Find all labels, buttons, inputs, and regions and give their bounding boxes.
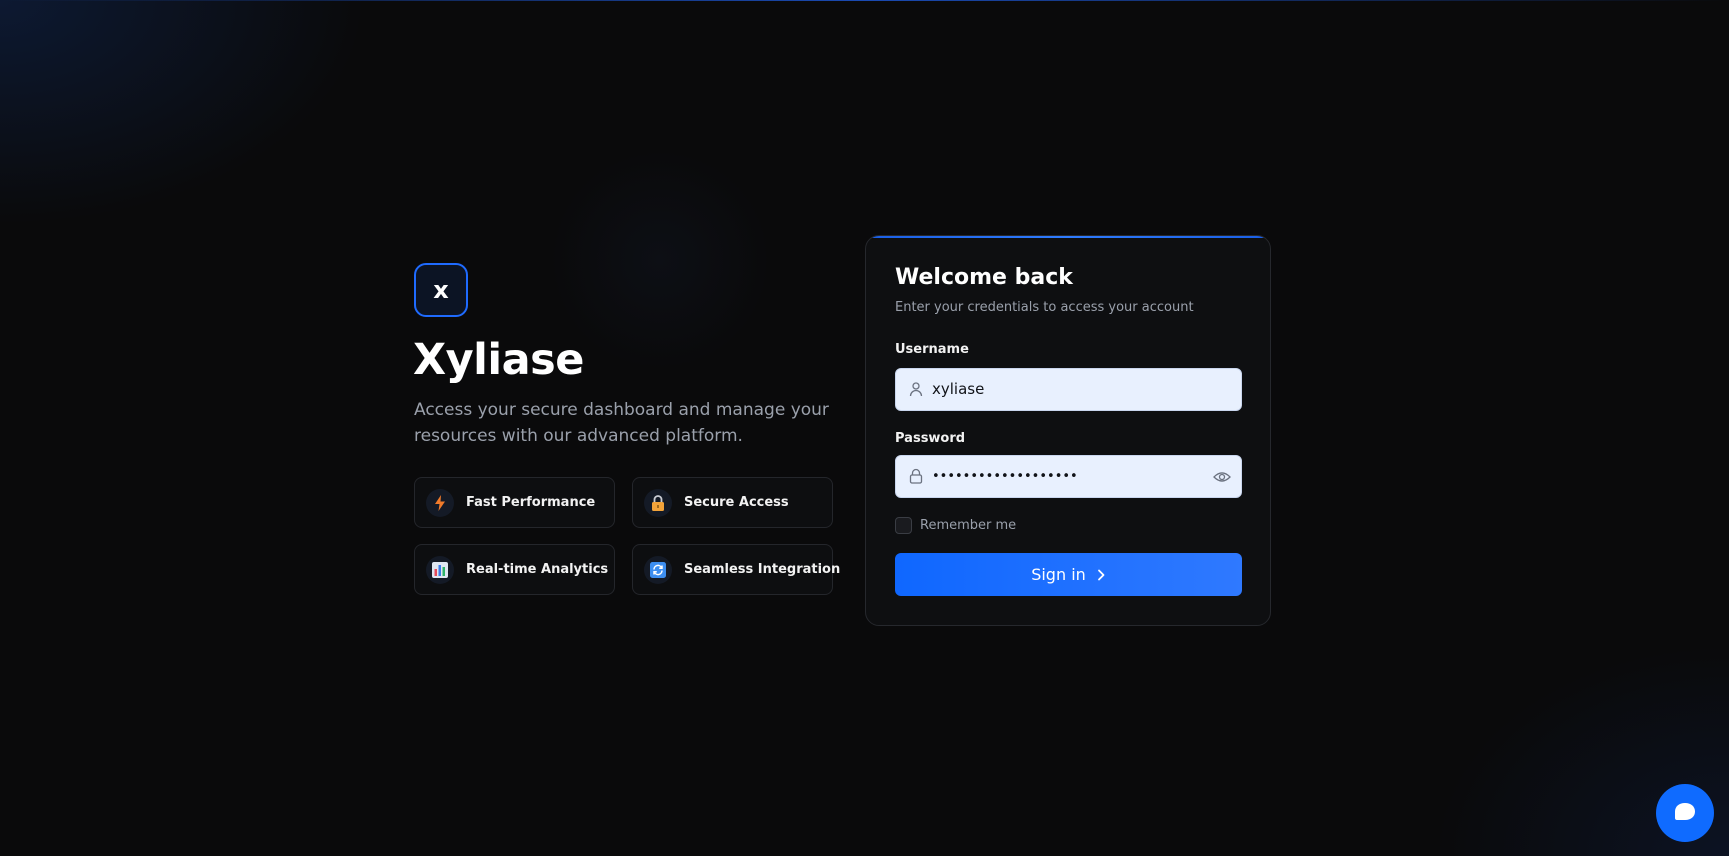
user-icon [909, 382, 923, 397]
login-title: Welcome back [895, 265, 1073, 290]
sign-in-label: Sign in [1031, 565, 1086, 584]
feature-label: Secure Access [684, 495, 789, 510]
username-value: xyliase [932, 380, 985, 398]
login-card: Welcome back Enter your credentials to a… [865, 235, 1271, 626]
username-field[interactable]: xyliase [895, 368, 1242, 411]
eye-icon[interactable] [1213, 469, 1231, 485]
feature-label: Seamless Integration [684, 562, 841, 577]
remember-me-label[interactable]: Remember me [920, 518, 1016, 533]
feature-label: Real-time Analytics [466, 562, 609, 577]
password-label: Password [895, 431, 966, 446]
feature-card-secure-access: Secure Access [632, 477, 833, 528]
chat-bubble-icon [1675, 803, 1695, 820]
password-value: ••••••••••••••••••• [932, 469, 1078, 484]
card-accent-bar [866, 236, 1270, 238]
lightning-icon [426, 488, 454, 517]
login-page: x Xyliase Access your secure dashboard a… [0, 0, 1729, 856]
logo-letter: x [433, 276, 449, 304]
bar-chart-icon [426, 555, 454, 584]
login-subtitle: Enter your credentials to access your ac… [895, 300, 1194, 315]
feature-card-fast-performance: Fast Performance [414, 477, 615, 528]
brand-logo: x [414, 263, 468, 317]
remember-me-row[interactable]: Remember me [895, 517, 1016, 534]
feature-label: Fast Performance [466, 495, 596, 510]
lock-icon [644, 488, 672, 517]
brand-name: Xyliase [413, 335, 584, 385]
remember-me-checkbox[interactable] [895, 517, 912, 534]
top-accent-line [0, 0, 1729, 1]
sync-icon [644, 555, 672, 584]
chat-widget-button[interactable] [1656, 784, 1714, 842]
lock-icon [909, 468, 923, 484]
feature-card-realtime-analytics: Real-time Analytics [414, 544, 615, 595]
feature-card-seamless-integration: Seamless Integration [632, 544, 840, 595]
password-field[interactable]: ••••••••••••••••••• [895, 455, 1242, 498]
chevron-right-icon [1097, 569, 1105, 580]
brand-tagline: Access your secure dashboard and manage … [414, 400, 829, 446]
username-label: Username [895, 342, 969, 357]
sign-in-button[interactable]: Sign in [895, 553, 1242, 596]
